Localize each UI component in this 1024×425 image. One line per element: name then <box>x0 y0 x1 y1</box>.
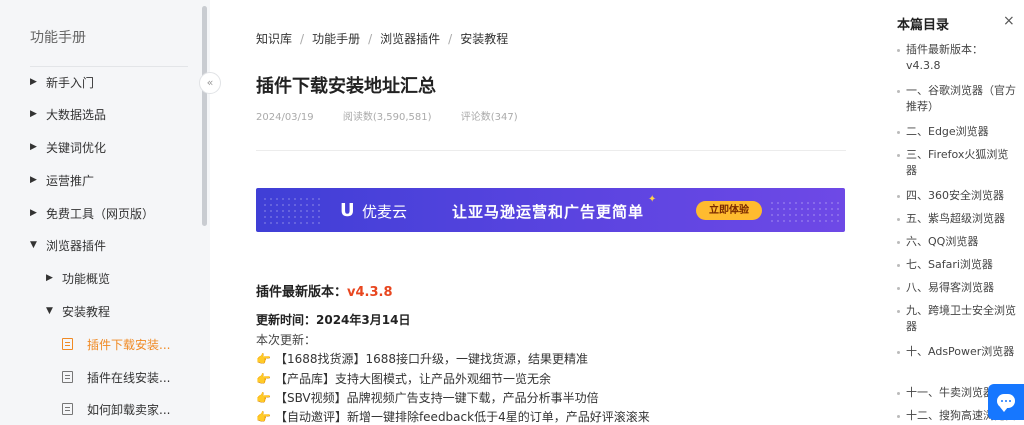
sidebar-item-label: 如何卸载卖家... <box>87 402 171 417</box>
sidebar-item-keyword[interactable]: ▶ 关键词优化 <box>30 136 106 158</box>
toc-title: 本篇目录 <box>897 18 950 33</box>
version-number: v4.3.8 <box>347 285 393 300</box>
document-icon <box>62 371 73 383</box>
breadcrumb-item-manual[interactable]: 功能手册 <box>312 32 360 46</box>
sidebar-item-label: 安装教程 <box>62 304 111 319</box>
breadcrumb: 知识库 / 功能手册 / 浏览器插件 / 安装教程 <box>256 30 508 47</box>
pointing-hand-icon: 👉 <box>256 409 271 424</box>
sidebar-item-big-data[interactable]: ▶ 大数据选品 <box>30 103 106 125</box>
toc-item[interactable]: 六、QQ浏览器 <box>897 234 1017 250</box>
document-icon <box>62 403 73 415</box>
sidebar-item-label: 新手入门 <box>46 75 95 90</box>
caret-right-icon: ▶ <box>30 109 37 119</box>
comment-count[interactable]: 评论数(347) <box>461 112 518 123</box>
breadcrumb-item-knowledge-base[interactable]: 知识库 <box>256 32 292 46</box>
sidebar-item-uninstall[interactable]: 如何卸载卖家... <box>62 398 170 420</box>
toc-item[interactable]: 九、跨境卫士安全浏览器 <box>897 303 1017 335</box>
update-label: 本次更新： <box>256 333 317 347</box>
pointing-hand-icon: 👉 <box>256 351 271 366</box>
caret-right-icon: ▶ <box>30 175 37 185</box>
update-time: 更新时间：2024年3月14日 <box>256 313 411 327</box>
chat-dot <box>1001 400 1003 402</box>
caret-right-icon: ▶ <box>46 273 53 283</box>
toc-item[interactable]: 四、360安全浏览器 <box>897 188 1017 204</box>
breadcrumb-item-browser-plugin[interactable]: 浏览器插件 <box>380 32 440 46</box>
sidebar-item-label: 大数据选品 <box>46 107 107 122</box>
toc-item[interactable]: 十、AdsPower浏览器 <box>897 344 1017 360</box>
breadcrumb-item-install-tutorial[interactable]: 安装教程 <box>460 32 508 46</box>
breadcrumb-separator: / <box>300 32 305 46</box>
banner-slogan: 让亚马逊运营和广告更简单 <box>452 203 645 221</box>
pointing-hand-icon: 👉 <box>256 390 271 405</box>
sidebar-item-free-tools[interactable]: ▶ 免费工具（网页版） <box>30 202 154 224</box>
sparkle-icon: ✦ <box>648 194 657 205</box>
sidebar-item-label: 免费工具（网页版） <box>46 206 155 221</box>
publish-date: 2024/03/19 <box>256 112 314 123</box>
page-title: 插件下载安装地址汇总 <box>256 76 436 97</box>
banner-dots-decoration <box>769 200 839 224</box>
caret-right-icon: ▶ <box>30 77 37 87</box>
pointing-hand-icon: 👉 <box>256 371 271 386</box>
caret-right-icon: ▶ <box>30 142 37 152</box>
version-label: 插件最新版本： <box>256 285 348 300</box>
update-item: 👉 【SBV视频】品牌视频广告支持一键下载，产品分析事半功倍 <box>256 389 599 406</box>
sidebar-item-label: 关键词优化 <box>46 140 107 155</box>
sidebar-divider <box>30 66 188 67</box>
toc-item[interactable]: 一、谷歌浏览器（官方推荐） <box>897 83 1017 115</box>
caret-right-icon: ▶ <box>30 208 37 218</box>
banner-dots-decoration <box>262 196 322 224</box>
update-item: 👉 【自动邀评】新增一键排除feedback低于4星的订单，产品好评滚滚来 <box>256 408 650 425</box>
close-icon[interactable]: × <box>1003 13 1015 29</box>
sidebar-item-label: 插件下载安装... <box>87 337 171 352</box>
chat-dot <box>1009 400 1011 402</box>
caret-down-icon: ▼ <box>46 306 53 316</box>
breadcrumb-separator: / <box>368 32 373 46</box>
banner-brand: 优麦云 <box>362 203 408 221</box>
article-meta: 2024/03/19 阅读数(3,590,581) 评论数(347) <box>256 108 544 123</box>
sidebar-item-beginner[interactable]: ▶ 新手入门 <box>30 71 94 93</box>
update-item: 👉 【产品库】支持大图模式，让产品外观细节一览无余 <box>256 370 551 387</box>
try-now-button[interactable]: 立即体验 <box>696 201 762 220</box>
document-icon <box>62 338 73 350</box>
update-item-text: 【自动邀评】新增一键排除feedback低于4星的订单，产品好评滚滚来 <box>274 410 650 424</box>
toc-item[interactable]: 七、Safari浏览器 <box>897 257 1017 273</box>
sidebar-item-promotion[interactable]: ▶ 运营推广 <box>30 169 94 191</box>
sidebar-title: 功能手册 <box>30 30 86 46</box>
sidebar-item-install-tutorial[interactable]: ▼ 安装教程 <box>46 300 110 322</box>
toc-item[interactable]: 五、紫鸟超级浏览器 <box>897 211 1017 227</box>
update-item-text: 【产品库】支持大图模式，让产品外观细节一览无余 <box>274 372 551 386</box>
toc-item[interactable]: 插件最新版本：v4.3.8 <box>897 42 1017 74</box>
collapse-sidebar-button[interactable]: « <box>199 72 221 94</box>
sidebar-item-label: 插件在线安装... <box>87 370 171 385</box>
chat-button[interactable] <box>988 384 1024 420</box>
chat-dot <box>1005 400 1007 402</box>
toc-item[interactable]: 三、Firefox火狐浏览器 <box>897 147 1017 179</box>
sidebar: 功能手册 ▶ 新手入门 ▶ 大数据选品 ▶ 关键词优化 ▶ 运营推广 ▶ 免费工… <box>0 0 210 425</box>
update-item: 👉 【1688找货源】1688接口升级，一键找货源，结果更精准 <box>256 350 588 367</box>
sidebar-item-online-install[interactable]: 插件在线安装... <box>62 366 170 388</box>
caret-down-icon: ▼ <box>30 240 37 250</box>
content-divider <box>256 150 846 151</box>
brand-logo-icon: U <box>340 200 355 221</box>
promo-banner[interactable]: U 优麦云 让亚马逊运营和广告更简单 ✦ 立即体验 <box>256 188 845 232</box>
table-of-contents: 本篇目录 × 插件最新版本：v4.3.8 一、谷歌浏览器（官方推荐） 二、Edg… <box>891 0 1024 425</box>
breadcrumb-separator: / <box>448 32 453 46</box>
sidebar-item-overview[interactable]: ▶ 功能概览 <box>46 267 110 289</box>
sidebar-item-label: 运营推广 <box>46 173 95 188</box>
sidebar-item-download-install[interactable]: 插件下载安装... <box>62 333 170 355</box>
sidebar-item-label: 浏览器插件 <box>46 238 107 253</box>
sidebar-item-label: 功能概览 <box>62 271 111 286</box>
update-item-text: 【1688找货源】1688接口升级，一键找货源，结果更精准 <box>274 352 589 366</box>
toc-item[interactable]: 八、易得客浏览器 <box>897 280 1017 296</box>
sidebar-scrollbar[interactable] <box>202 6 207 226</box>
read-count: 阅读数(3,590,581) <box>342 112 432 123</box>
toc-item[interactable]: 二、Edge浏览器 <box>897 124 1017 140</box>
sidebar-item-browser-plugin[interactable]: ▼ 浏览器插件 <box>30 234 106 256</box>
update-item-text: 【SBV视频】品牌视频广告支持一键下载，产品分析事半功倍 <box>274 391 599 405</box>
version-heading: 插件最新版本：v4.3.8 <box>256 281 393 300</box>
